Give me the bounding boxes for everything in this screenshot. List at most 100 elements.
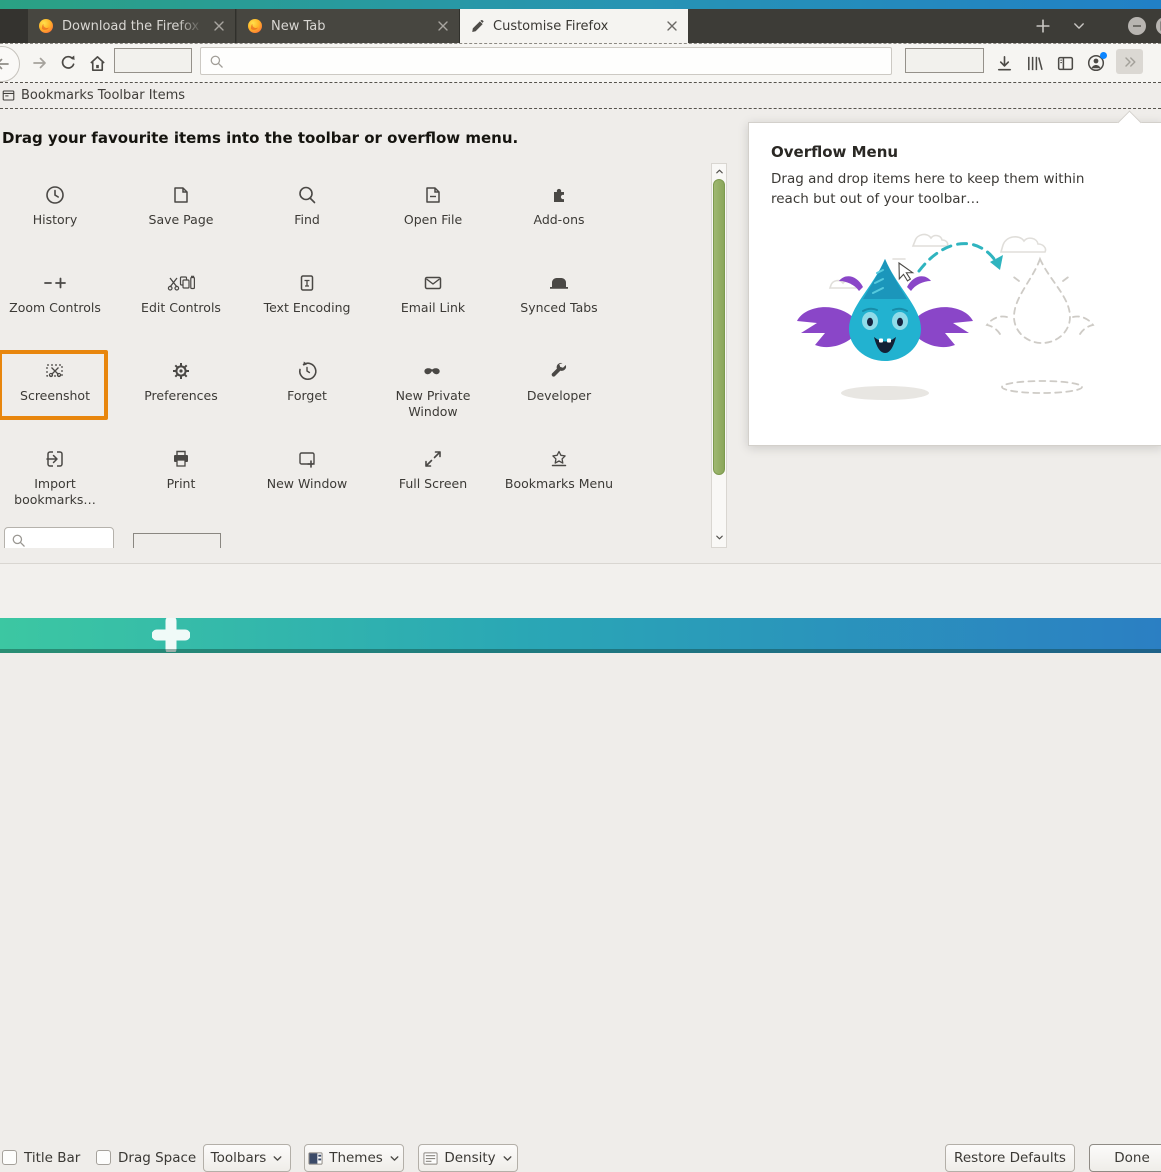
forward-button[interactable] (28, 44, 52, 82)
close-icon[interactable] (211, 18, 227, 34)
palette-item-label: Preferences (144, 388, 218, 403)
title-bar-checkbox[interactable] (2, 1150, 17, 1165)
print-icon (170, 446, 192, 472)
scroll-up-icon[interactable] (712, 167, 726, 176)
overflow-menu-panel[interactable]: Overflow Menu Drag and drop items here t… (748, 110, 1161, 446)
minimize-button[interactable] (1127, 16, 1147, 36)
chevron-down-icon (502, 1153, 513, 1164)
palette-item-forget[interactable]: Forget (244, 344, 370, 432)
toolbars-dropdown[interactable]: Toolbars (203, 1144, 291, 1172)
palette-item-label: Text Encoding (263, 300, 351, 315)
search-icon (11, 533, 26, 548)
palette-item-screenshot[interactable]: Screenshot (0, 344, 118, 432)
drag-space-checkbox[interactable] (96, 1150, 111, 1165)
overflow-menu-description: Drag and drop items here to keep them wi… (771, 171, 1085, 207)
palette-area: History Save Page Find Open File Add-ons Zoom… (0, 160, 710, 548)
palette-item-developer[interactable]: Developer (496, 344, 622, 432)
home-button[interactable] (85, 44, 109, 82)
palette-item-edit-controls[interactable]: Edit Controls (118, 256, 244, 344)
account-button[interactable] (1084, 44, 1108, 82)
toolbar-drop-placeholder[interactable] (905, 48, 984, 73)
palette-item-add-ons[interactable]: Add-ons (496, 168, 622, 256)
palette-item-label: Find (294, 212, 320, 227)
firefox-icon (38, 18, 54, 34)
palette-item-import-bookmarks[interactable]: Import bookmarks… (0, 432, 118, 520)
new-tab-button[interactable] (1030, 13, 1056, 39)
scroll-down-icon[interactable] (712, 533, 726, 542)
themes-dropdown[interactable]: Themes (304, 1144, 404, 1172)
find-icon (296, 182, 318, 208)
palette-item-label: Print (166, 476, 196, 491)
reload-button[interactable] (56, 44, 80, 82)
list-all-tabs-button[interactable] (1066, 13, 1092, 39)
tab-title: Download the Firefox Br (62, 18, 203, 34)
downloads-button[interactable] (992, 44, 1016, 82)
search-widget[interactable] (4, 527, 114, 548)
palette-item-email-link[interactable]: Email Link (370, 256, 496, 344)
search-widget-input[interactable] (30, 532, 104, 548)
done-button[interactable]: Done (1089, 1144, 1161, 1172)
palette-item-full-screen[interactable]: Full Screen (370, 432, 496, 520)
palette-item-preferences[interactable]: Preferences (118, 344, 244, 432)
palette-item-label: Zoom Controls (9, 300, 101, 315)
palette-item-label: Forget (287, 388, 327, 403)
palette-item-label: Email Link (400, 300, 466, 315)
library-button[interactable] (1022, 44, 1046, 82)
screenshot-icon (43, 358, 67, 384)
import-bookmarks-icon (44, 446, 66, 472)
drag-drop-illustration (773, 219, 1131, 411)
full-screen-icon (422, 446, 444, 472)
palette-item-new-window[interactable]: New Window (244, 432, 370, 520)
customize-heading: Drag your favourite items into the toolb… (2, 129, 519, 147)
palette-item-open-file[interactable]: Open File (370, 168, 496, 256)
new-private-window-icon (421, 358, 445, 384)
address-input[interactable] (230, 52, 891, 70)
bookmarks-toolbar-label: Bookmarks Toolbar Items (21, 87, 186, 103)
sidebar-button[interactable] (1053, 44, 1077, 82)
palette-scrollbar[interactable] (711, 163, 727, 548)
tab-new-tab[interactable]: New Tab (237, 9, 460, 43)
address-bar[interactable] (200, 47, 892, 75)
back-button[interactable] (0, 46, 20, 82)
scrollbar-thumb[interactable] (713, 179, 725, 475)
close-icon[interactable] (435, 18, 451, 34)
customize-footer: Title Bar Drag Space Toolbars Themes Den… (0, 563, 1161, 1172)
bookmarks-toolbar[interactable]: Bookmarks Toolbar Items (0, 82, 1161, 109)
tab-customise-firefox[interactable]: Customise Firefox (460, 9, 688, 43)
palette-item-find[interactable]: Find (244, 168, 370, 256)
palette-item-label: Full Screen (398, 476, 468, 491)
palette-item-bookmarks-menu[interactable]: Bookmarks Menu (496, 432, 622, 520)
palette-item-synced-tabs[interactable]: Synced Tabs (496, 256, 622, 344)
maximize-button[interactable] (1155, 16, 1161, 36)
toolbar-drop-placeholder[interactable] (114, 48, 192, 73)
themes-label: Themes (329, 1150, 383, 1166)
tab-download-firefox[interactable]: Download the Firefox Br (28, 9, 236, 43)
palette-item-zoom-controls[interactable]: Zoom Controls (0, 256, 118, 344)
overflow-menu-button[interactable] (1116, 49, 1143, 74)
synced-tabs-icon (547, 270, 571, 296)
palette-item-label: Import bookmarks… (14, 476, 96, 507)
tab-bar: Download the Firefox Br New Tab Customis… (0, 9, 1161, 43)
density-icon (423, 1151, 438, 1166)
toolbars-label: Toolbars (210, 1150, 267, 1166)
bookmarks-menu-icon (548, 446, 570, 472)
tab-title: New Tab (271, 18, 326, 34)
close-icon[interactable] (664, 18, 680, 34)
text-encoding-icon (296, 270, 318, 296)
addons-icon (548, 182, 570, 208)
flexible-space-widget[interactable] (133, 533, 221, 548)
overflow-menu-title: Overflow Menu (771, 143, 899, 161)
palette-item-text-encoding[interactable]: Text Encoding (244, 256, 370, 344)
save-page-icon (170, 182, 192, 208)
palette-item-label: Developer (526, 388, 592, 403)
density-dropdown[interactable]: Density (418, 1144, 518, 1172)
palette-item-history[interactable]: History (0, 168, 118, 256)
zoom-controls-icon (42, 270, 68, 296)
developer-icon (548, 358, 570, 384)
palette-item-save-page[interactable]: Save Page (118, 168, 244, 256)
restore-defaults-button[interactable]: Restore Defaults (945, 1144, 1075, 1172)
palette-item-label: Edit Controls (141, 300, 221, 315)
palette-item-new-private-window[interactable]: New Private Window (370, 344, 496, 432)
density-label: Density (444, 1150, 496, 1166)
palette-item-print[interactable]: Print (118, 432, 244, 520)
